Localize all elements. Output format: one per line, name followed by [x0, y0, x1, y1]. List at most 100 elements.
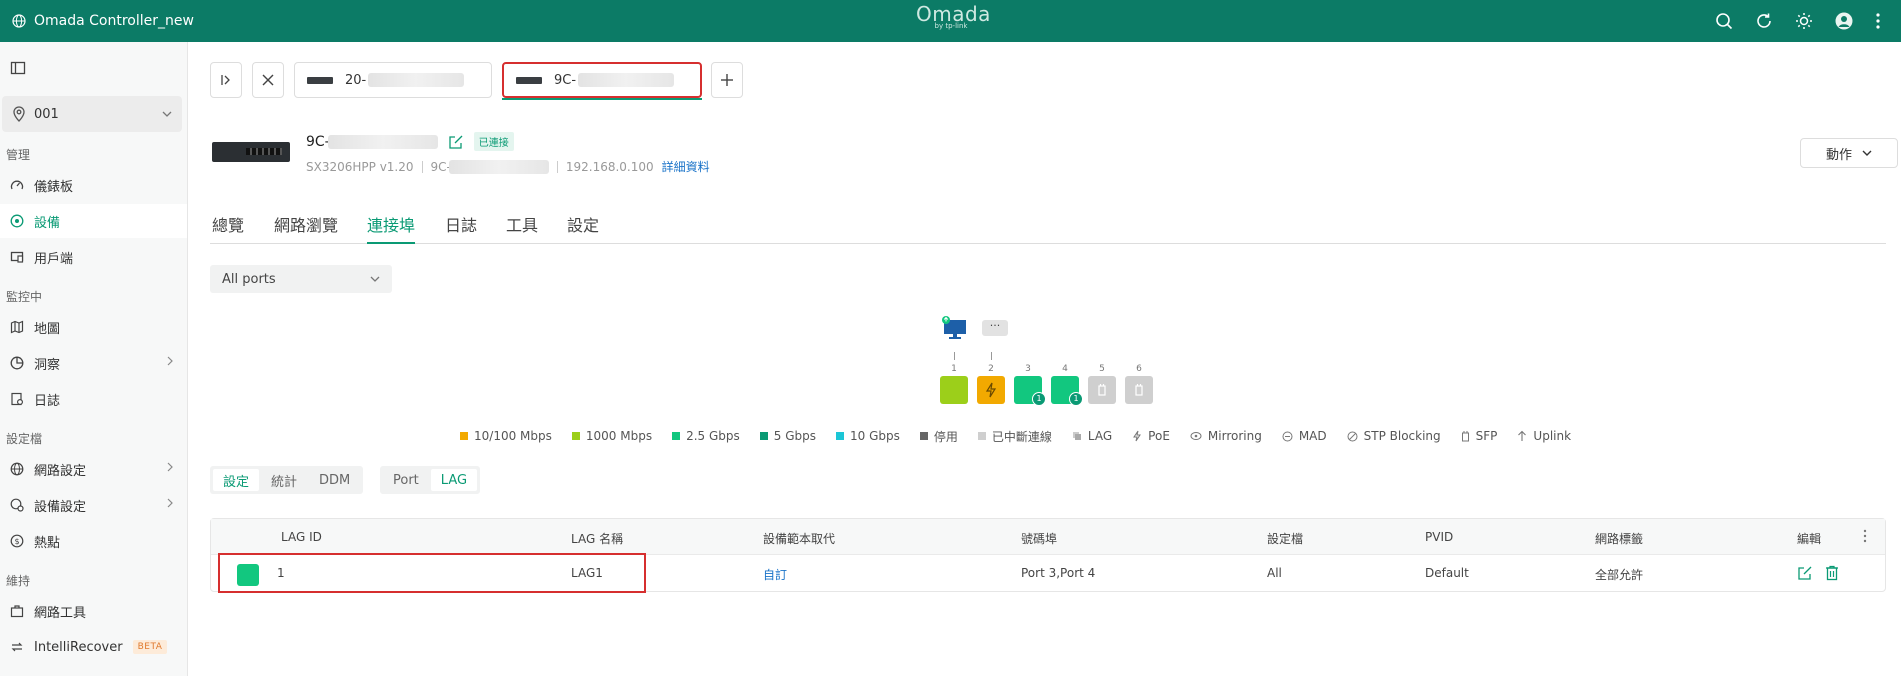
- refresh-icon[interactable]: [1755, 12, 1773, 30]
- sidebar-item-device-settings[interactable]: 設備設定: [0, 488, 187, 522]
- more-devices-button[interactable]: ···: [982, 320, 1008, 336]
- tab-overview[interactable]: 總覽: [212, 212, 244, 236]
- sidebar-item-map[interactable]: 地圖: [0, 310, 187, 344]
- legend-label: LAG: [1087, 429, 1113, 443]
- sidebar-item-intellirecover[interactable]: IntelliRecover BETA: [0, 630, 187, 664]
- edit-icon[interactable]: [1797, 565, 1813, 581]
- port-number-6: 6: [1136, 364, 1142, 374]
- col-edit: 編輯: [1797, 532, 1822, 546]
- legend-item: SFP: [1461, 429, 1497, 443]
- legend-label: 5 Gbps: [773, 429, 816, 443]
- poe-icon: [1132, 430, 1142, 442]
- close-icon: [261, 73, 275, 87]
- sidebar-toggle-icon[interactable]: [10, 60, 26, 76]
- device-tab-2[interactable]: 9C-: [502, 62, 702, 100]
- port-4[interactable]: 1: [1051, 376, 1083, 406]
- device-tab-1[interactable]: 20-: [294, 62, 492, 98]
- legend-item: 5 Gbps: [759, 429, 816, 443]
- search-icon[interactable]: [1715, 12, 1733, 30]
- sidebar-item-hotspot[interactable]: $ 熱點: [0, 524, 187, 558]
- port-2[interactable]: [977, 376, 1005, 404]
- sfp-icon: [1461, 430, 1470, 442]
- mad-icon: [1282, 431, 1293, 442]
- tab-network-browse[interactable]: 網路瀏覽: [274, 212, 338, 236]
- sidebar-item-network-tools[interactable]: 網路工具: [0, 594, 187, 628]
- legend-swatch: [460, 432, 468, 440]
- port-1[interactable]: [940, 376, 968, 404]
- port-filter-select[interactable]: All ports: [210, 265, 392, 293]
- redacted-text: [327, 134, 438, 149]
- legend-item: 停用: [919, 428, 958, 445]
- legend-swatch: [571, 432, 580, 440]
- segment-stats[interactable]: 統計: [261, 469, 307, 491]
- mirroring-icon: [1190, 431, 1202, 441]
- segment-lag[interactable]: LAG: [430, 469, 478, 491]
- add-tab-button[interactable]: [711, 62, 743, 98]
- sidebar-item-label: 日誌: [34, 393, 61, 409]
- legend-item: 10/100 Mbps: [460, 429, 552, 443]
- avatar-icon[interactable]: [1835, 12, 1853, 30]
- switch-thumbnail-icon: [307, 76, 333, 84]
- legend-label: 1000 Mbps: [585, 429, 653, 443]
- col-ports: 號碼埠: [1021, 532, 1058, 546]
- details-link[interactable]: 詳細資料: [662, 158, 710, 175]
- sidebar-item-logs[interactable]: 日誌: [0, 382, 187, 416]
- legend-swatch: [919, 432, 928, 440]
- delete-icon[interactable]: [1825, 565, 1839, 581]
- cell-tag: 全部允許: [1595, 568, 1644, 582]
- legend-label: 2.5 Gbps: [686, 429, 740, 443]
- segment-port[interactable]: Port: [383, 469, 429, 491]
- legend-label: 已中斷連線: [991, 429, 1052, 444]
- theme-icon[interactable]: [1795, 12, 1813, 30]
- segment-settings[interactable]: 設定: [213, 469, 260, 491]
- uplink-monitor-icon[interactable]: [942, 316, 968, 339]
- device-tab-label: 9C-: [554, 72, 577, 88]
- redacted-text: [448, 159, 549, 174]
- sidebar-item-insight[interactable]: 洞察: [0, 346, 187, 380]
- col-template: 設備範本取代: [763, 532, 836, 546]
- port-number-4: 4: [1062, 364, 1068, 374]
- expand-panel-button[interactable]: [210, 62, 242, 98]
- stp-icon: [1347, 431, 1358, 442]
- site-selector[interactable]: 001: [2, 96, 182, 132]
- port-6[interactable]: [1125, 376, 1153, 404]
- cell-pvid: Default: [1425, 566, 1469, 580]
- tab-logs[interactable]: 日誌: [445, 212, 477, 236]
- controller-selector[interactable]: Omada Controller_new: [12, 0, 194, 42]
- port-link-line: [991, 352, 992, 360]
- legend-swatch: [672, 432, 681, 440]
- sidebar-item-clients[interactable]: 用戶端: [0, 240, 187, 274]
- legend-item: LAG: [1072, 429, 1112, 443]
- port-5[interactable]: [1088, 376, 1116, 404]
- port-panel: ··· 1 2 3 1 4 1 5 6: [930, 310, 1170, 410]
- col-lag-id: LAG ID: [281, 530, 322, 544]
- segment-ddm[interactable]: DDM: [309, 469, 360, 491]
- chevron-down-icon: [162, 111, 172, 117]
- device-name-row: 9C- 已連接: [306, 132, 514, 151]
- legend-label: STP Blocking: [1363, 429, 1441, 443]
- sidebar-item-network-settings[interactable]: 網路設定: [0, 452, 187, 486]
- tab-settings[interactable]: 設定: [567, 212, 599, 236]
- port-3[interactable]: 1: [1014, 376, 1046, 406]
- cell-template-link[interactable]: 自訂: [763, 566, 787, 583]
- sidebar-item-devices[interactable]: 設備: [0, 204, 187, 238]
- close-button[interactable]: [252, 62, 284, 98]
- more-vertical-icon[interactable]: [1875, 12, 1881, 30]
- hotspot-icon: $: [10, 534, 24, 548]
- sidebar: 001 管理 儀錶板 設備 用戶端 監控中 地圖 洞察 日誌 設定檔 網路設定 …: [0, 42, 188, 676]
- action-button[interactable]: 動作: [1800, 138, 1898, 168]
- port-number-3: 3: [1025, 364, 1031, 374]
- sidebar-item-dashboard[interactable]: 儀錶板: [0, 168, 187, 202]
- tab-tools[interactable]: 工具: [506, 212, 538, 236]
- device-nav-tabs: 總覽 網路瀏覽 連接埠 日誌 工具 設定: [210, 206, 1886, 244]
- sidebar-item-label: 洞察: [34, 357, 61, 373]
- section-maintain: 維持: [6, 574, 31, 588]
- device-mac: 9C-: [430, 159, 451, 174]
- sfp-icon: [1135, 384, 1143, 396]
- tab-ports[interactable]: 連接埠: [367, 212, 416, 244]
- switch-thumbnail-icon: [516, 76, 542, 84]
- column-settings-icon[interactable]: [1863, 529, 1867, 543]
- edit-icon[interactable]: [448, 134, 464, 150]
- plus-icon: [719, 72, 735, 88]
- sync-icon: [10, 640, 24, 654]
